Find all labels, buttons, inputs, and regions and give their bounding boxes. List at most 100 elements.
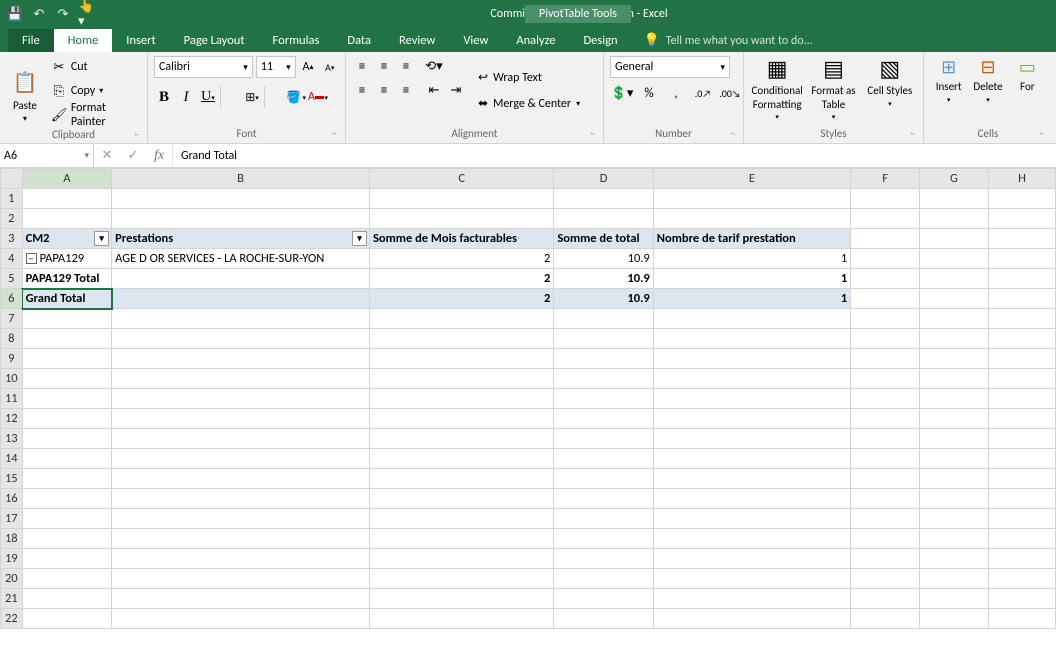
cell[interactable] <box>370 569 554 589</box>
cell[interactable] <box>370 449 554 469</box>
formula-input[interactable]: Grand Total <box>173 144 1056 167</box>
cell[interactable] <box>851 269 920 289</box>
cell[interactable] <box>653 349 850 369</box>
currency-button[interactable]: 💲▾ <box>610 82 634 104</box>
tab-formulas[interactable]: Formulas <box>259 29 334 52</box>
tab-insert[interactable]: Insert <box>112 29 169 52</box>
cell[interactable]: 2 <box>370 269 554 289</box>
cell[interactable] <box>851 609 920 629</box>
cell[interactable] <box>920 449 989 469</box>
cell[interactable] <box>653 529 850 549</box>
cell[interactable] <box>653 589 850 609</box>
cell[interactable] <box>988 189 1055 209</box>
cell[interactable] <box>988 589 1055 609</box>
filter-icon[interactable]: ▾ <box>352 231 367 246</box>
cell[interactable] <box>22 429 112 449</box>
cell[interactable]: AGE D OR SERVICES - LA ROCHE-SUR-YON <box>112 249 370 269</box>
cancel-formula-button[interactable]: ✕ <box>94 148 120 163</box>
underline-button[interactable]: U▾ <box>198 86 218 108</box>
col-header-B[interactable]: B <box>112 169 370 189</box>
align-bottom-button[interactable]: ≡ <box>396 56 416 76</box>
cell[interactable] <box>851 349 920 369</box>
cell[interactable] <box>370 549 554 569</box>
row-header[interactable]: 14 <box>1 449 23 469</box>
row-header[interactable]: 10 <box>1 369 23 389</box>
enter-formula-button[interactable]: ✓ <box>120 148 146 163</box>
cell[interactable] <box>851 589 920 609</box>
format-as-table-button[interactable]: ▤ Format as Table▾ <box>806 56 860 125</box>
cell[interactable] <box>653 549 850 569</box>
cell[interactable] <box>988 389 1055 409</box>
border-button[interactable]: ⊞▾ <box>242 86 262 108</box>
cell[interactable] <box>112 269 370 289</box>
percent-button[interactable]: % <box>637 82 661 104</box>
row-header[interactable]: 21 <box>1 589 23 609</box>
row-header[interactable]: 12 <box>1 409 23 429</box>
cell[interactable] <box>988 249 1055 269</box>
cell[interactable] <box>112 549 370 569</box>
cell[interactable] <box>112 609 370 629</box>
cell[interactable] <box>851 289 920 309</box>
cell[interactable] <box>988 549 1055 569</box>
decrease-decimal-button[interactable]: .00↘ <box>718 82 742 104</box>
decrease-indent-button[interactable]: ⇤ <box>424 80 444 100</box>
cell[interactable]: 1 <box>653 269 850 289</box>
cell[interactable] <box>554 189 653 209</box>
cell[interactable] <box>370 209 554 229</box>
align-center-button[interactable]: ≡ <box>374 80 394 100</box>
pivot-col-header[interactable]: Somme de total <box>554 229 653 249</box>
undo-icon[interactable]: ↶ <box>30 5 48 23</box>
comma-button[interactable]: , <box>664 82 688 104</box>
cell[interactable]: 10.9 <box>554 289 653 309</box>
cell[interactable]: 10.9 <box>554 249 653 269</box>
row-header[interactable]: 6 <box>1 289 23 309</box>
align-middle-button[interactable]: ≡ <box>374 56 394 76</box>
cell[interactable] <box>851 309 920 329</box>
cell[interactable] <box>554 549 653 569</box>
merge-center-button[interactable]: ⬌Merge & Center ▾ <box>478 93 580 115</box>
cell[interactable] <box>851 529 920 549</box>
row-header[interactable]: 19 <box>1 549 23 569</box>
cell[interactable] <box>988 209 1055 229</box>
cell[interactable] <box>22 349 112 369</box>
tab-file[interactable]: File <box>8 29 54 52</box>
cell[interactable] <box>920 509 989 529</box>
pivot-field-cm2[interactable]: CM2▾ <box>22 229 112 249</box>
cell[interactable] <box>920 429 989 449</box>
number-format-select[interactable]: General▾ <box>610 56 730 78</box>
cell[interactable] <box>22 449 112 469</box>
cell[interactable] <box>370 509 554 529</box>
cell[interactable] <box>370 529 554 549</box>
cell[interactable] <box>920 589 989 609</box>
decrease-font-button[interactable]: A▾ <box>320 56 339 78</box>
cell[interactable] <box>653 309 850 329</box>
cell[interactable] <box>653 489 850 509</box>
row-header[interactable]: 13 <box>1 429 23 449</box>
cell[interactable] <box>22 609 112 629</box>
cell[interactable] <box>554 429 653 449</box>
row-header[interactable]: 2 <box>1 209 23 229</box>
cell[interactable] <box>112 329 370 349</box>
row-header[interactable]: 15 <box>1 469 23 489</box>
cell[interactable] <box>22 529 112 549</box>
cell[interactable] <box>988 269 1055 289</box>
cell[interactable] <box>851 569 920 589</box>
cell[interactable] <box>851 429 920 449</box>
cell[interactable] <box>22 409 112 429</box>
select-all-corner[interactable] <box>1 169 23 189</box>
cell[interactable] <box>920 409 989 429</box>
cell[interactable]: 1 <box>653 249 850 269</box>
cell[interactable] <box>22 189 112 209</box>
cell[interactable] <box>554 449 653 469</box>
row-header[interactable]: 9 <box>1 349 23 369</box>
cell[interactable] <box>988 489 1055 509</box>
cell[interactable] <box>920 269 989 289</box>
cell[interactable] <box>851 369 920 389</box>
save-icon[interactable]: 💾 <box>6 5 24 23</box>
cell[interactable] <box>554 349 653 369</box>
cell[interactable] <box>112 529 370 549</box>
row-header[interactable]: 4 <box>1 249 23 269</box>
cell[interactable] <box>653 609 850 629</box>
cell[interactable] <box>920 549 989 569</box>
increase-decimal-button[interactable]: .0↗ <box>691 82 715 104</box>
